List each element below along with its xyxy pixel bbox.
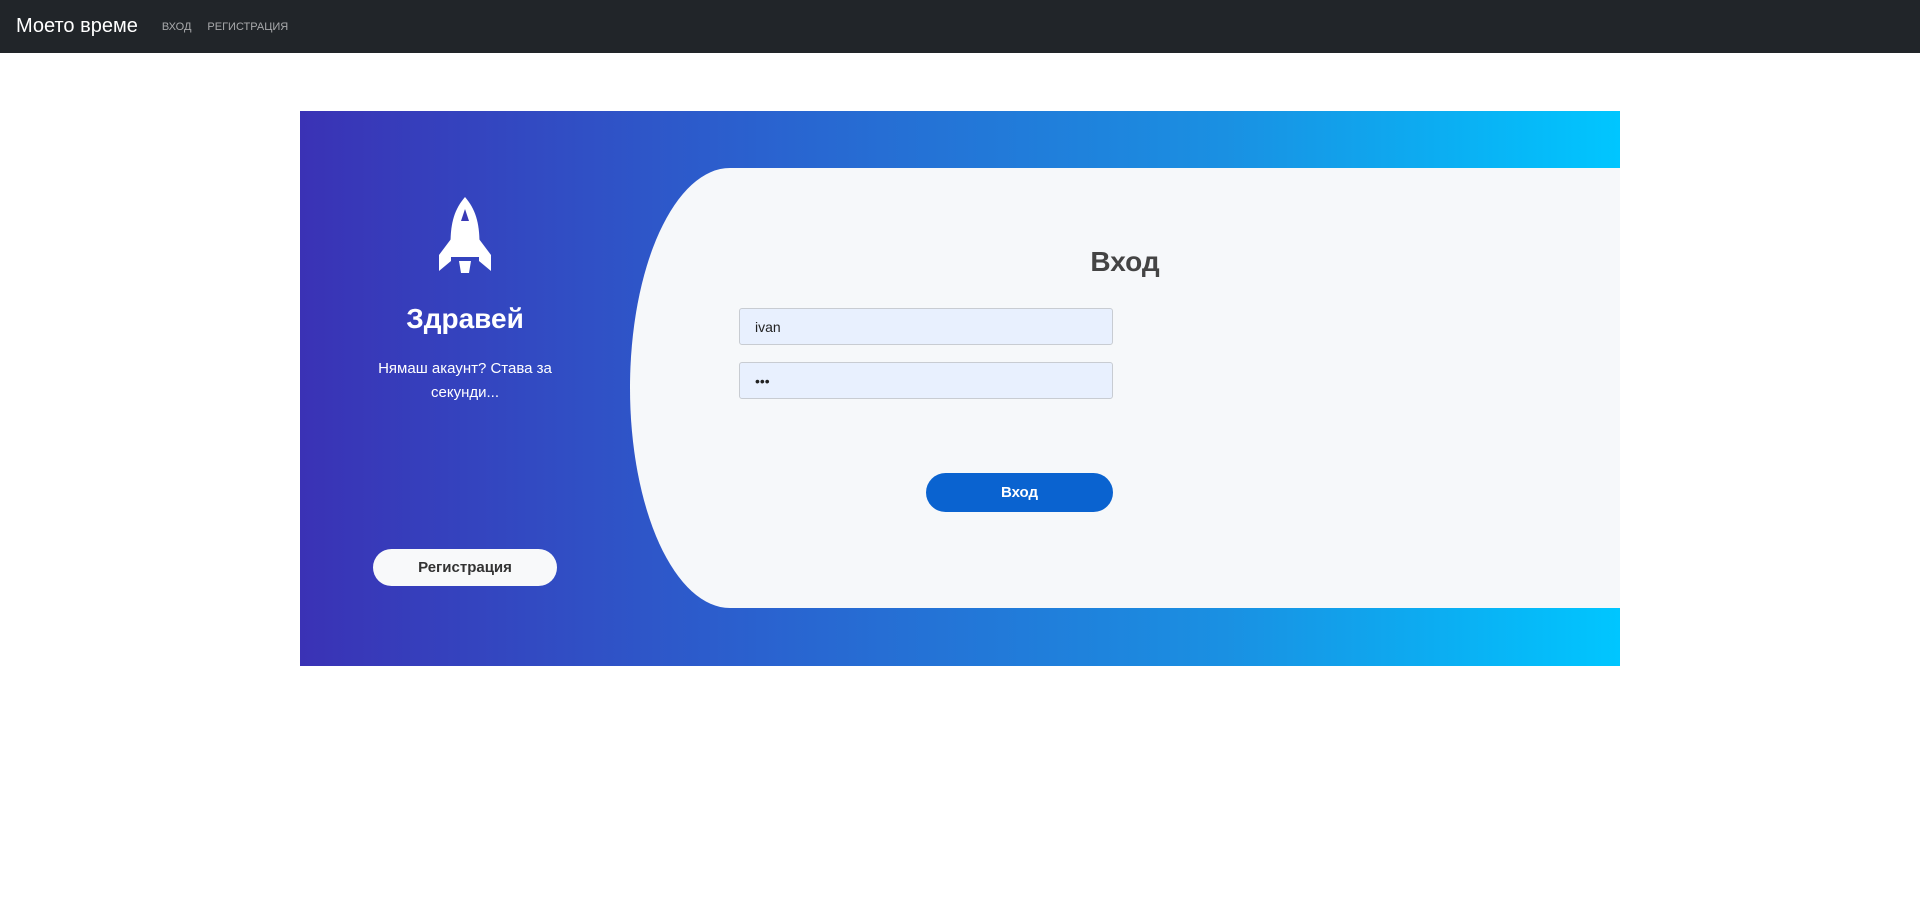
top-navbar: Моето време Вход Регистрация xyxy=(0,0,1920,53)
login-title: Вход xyxy=(1090,246,1160,277)
password-input[interactable] xyxy=(739,362,1113,399)
welcome-panel: Здравей Нямаш акаунт? Става за секунди..… xyxy=(300,111,630,666)
auth-card: Здравей Нямаш акаунт? Става за секунди..… xyxy=(300,111,1620,666)
rocket-icon xyxy=(439,197,491,273)
brand-link[interactable]: Моето време xyxy=(16,15,138,38)
login-form-panel: Вход Вход xyxy=(630,168,1620,608)
welcome-title: Здравей xyxy=(406,303,524,334)
welcome-subtitle: Нямаш акаунт? Става за секунди... xyxy=(378,360,552,401)
nav-link-login[interactable]: Вход xyxy=(162,21,192,33)
username-input[interactable] xyxy=(739,308,1113,345)
register-button[interactable]: Регистрация xyxy=(373,549,557,586)
login-button[interactable]: Вход xyxy=(926,473,1113,512)
nav-link-register[interactable]: Регистрация xyxy=(207,21,288,33)
